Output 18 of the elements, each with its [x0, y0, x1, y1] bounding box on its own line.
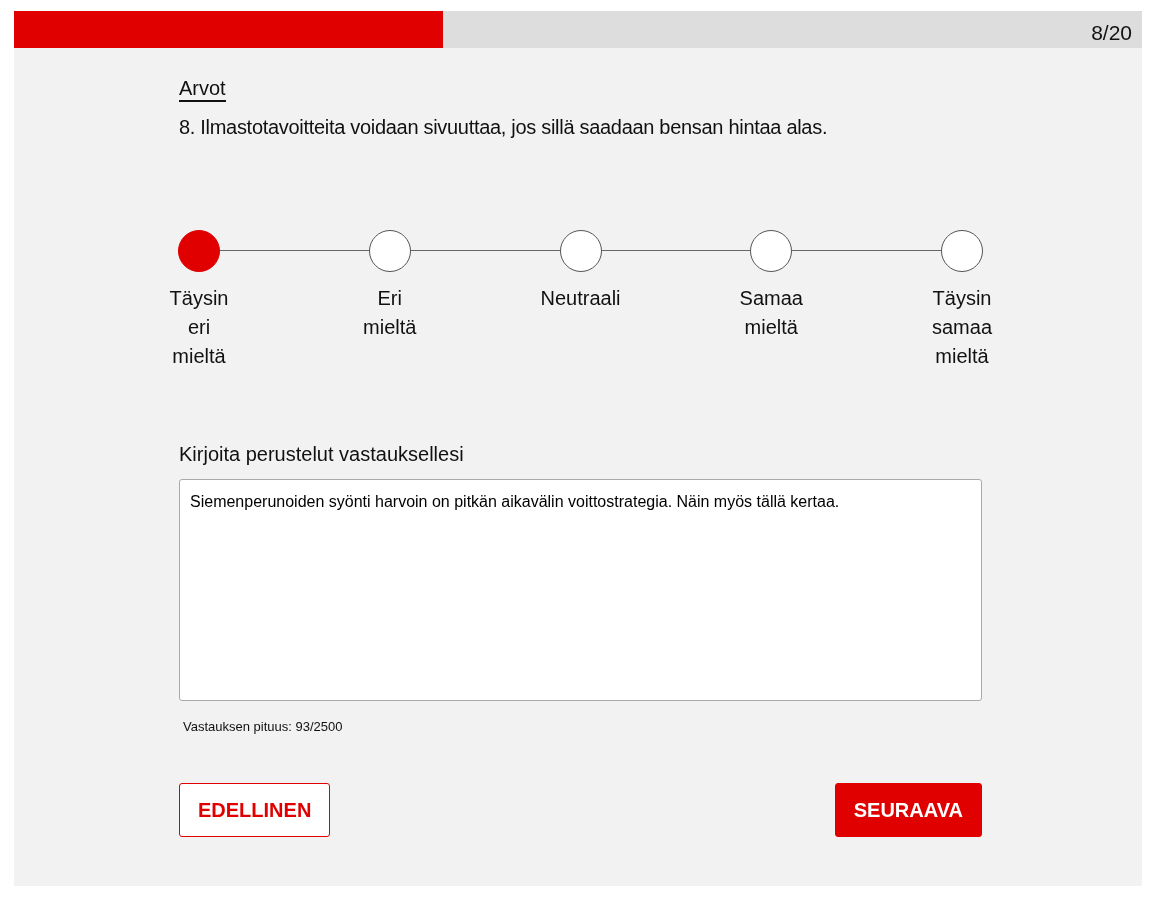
scale-label: Samaa mieltä	[738, 286, 804, 340]
answer-label: Kirjoita perustelut vastauksellesi	[179, 442, 465, 467]
scale-label: Neutraali	[540, 286, 621, 311]
question-text: 8. Ilmastotavoitteita voidaan sivuuttaa, jos sillä saadaan bensan hintaa alas.	[179, 115, 829, 140]
next-button[interactable]: SEURAAVA	[834, 782, 982, 837]
answer-field[interactable]: Siemenperunoiden syönti harvoin on pitkän aikavälin voittostrategia. Näin myös tällä kertaa.	[179, 479, 982, 701]
category-title: Arvot	[179, 76, 226, 102]
scale-option[interactable]	[559, 230, 602, 272]
scale-option[interactable]	[368, 230, 411, 272]
answer-length: Vastauksen pituus: 93/2500	[183, 718, 344, 736]
previous-button[interactable]: EDELLINEN	[179, 782, 331, 837]
scale-label: Täysin samaa mieltä	[931, 286, 993, 369]
scale-option[interactable]	[941, 230, 983, 272]
scale-label: Täysin eri mieltä	[168, 286, 230, 369]
scale-label: Eri mieltä	[362, 286, 418, 340]
scale-option[interactable]	[178, 230, 220, 272]
progress-counter: 8/20	[1091, 20, 1132, 46]
scale-option[interactable]	[750, 230, 793, 272]
